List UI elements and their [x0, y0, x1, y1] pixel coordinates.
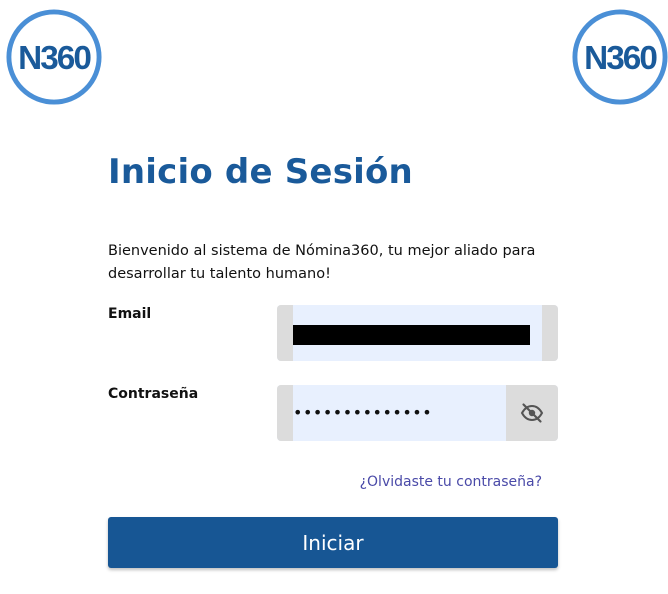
email-field-edge [542, 305, 558, 361]
login-submit-button[interactable]: Iniciar [108, 517, 558, 568]
password-value: •••••••••••••• [293, 403, 433, 422]
svg-text:N360: N360 [18, 40, 91, 77]
forgot-password-link[interactable]: ¿Olvidaste tu contraseña? [360, 474, 542, 490]
password-field-edge [277, 385, 293, 441]
n360-logo-right: N360 [571, 8, 668, 106]
toggle-password-visibility-button[interactable] [506, 385, 558, 441]
page-title: Inicio de Sesión [108, 152, 413, 192]
password-label: Contraseña [108, 386, 199, 402]
password-field[interactable]: •••••••••••••• [277, 385, 558, 441]
email-field-edge [277, 305, 293, 361]
n360-logo-left: N360 [5, 8, 103, 106]
email-value-redacted [293, 325, 530, 345]
n360-logo-icon: N360 [6, 9, 102, 105]
n360-logo-icon: N360 [572, 9, 668, 105]
email-field[interactable] [277, 305, 558, 361]
svg-text:N360: N360 [584, 40, 657, 77]
eye-off-icon [520, 403, 544, 423]
email-label: Email [108, 306, 152, 322]
welcome-text: Bienvenido al sistema de Nómina360, tu m… [108, 243, 536, 282]
login-page: N360 N360 Inicio de Sesión Bienvenido al… [0, 0, 668, 594]
